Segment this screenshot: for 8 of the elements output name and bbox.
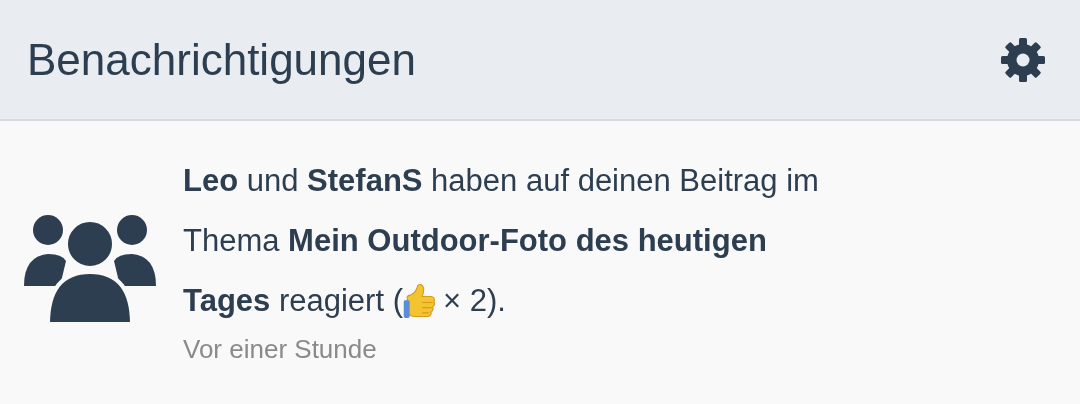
thumbs-up-icon xyxy=(402,282,437,320)
notification-text: Tages reagiert ( xyxy=(183,282,403,320)
settings-icon[interactable] xyxy=(1000,36,1046,83)
panel-title: Benachrichtigungen xyxy=(27,37,416,82)
notification-text: Thema Mein Outdoor-Foto des heutigen xyxy=(183,222,767,260)
notification-text: Leo und StefanS haben auf deinen Beitrag im xyxy=(183,162,819,200)
reaction-count: × 2). xyxy=(442,282,506,320)
notification-time: Vor einer Stunde xyxy=(183,333,378,366)
